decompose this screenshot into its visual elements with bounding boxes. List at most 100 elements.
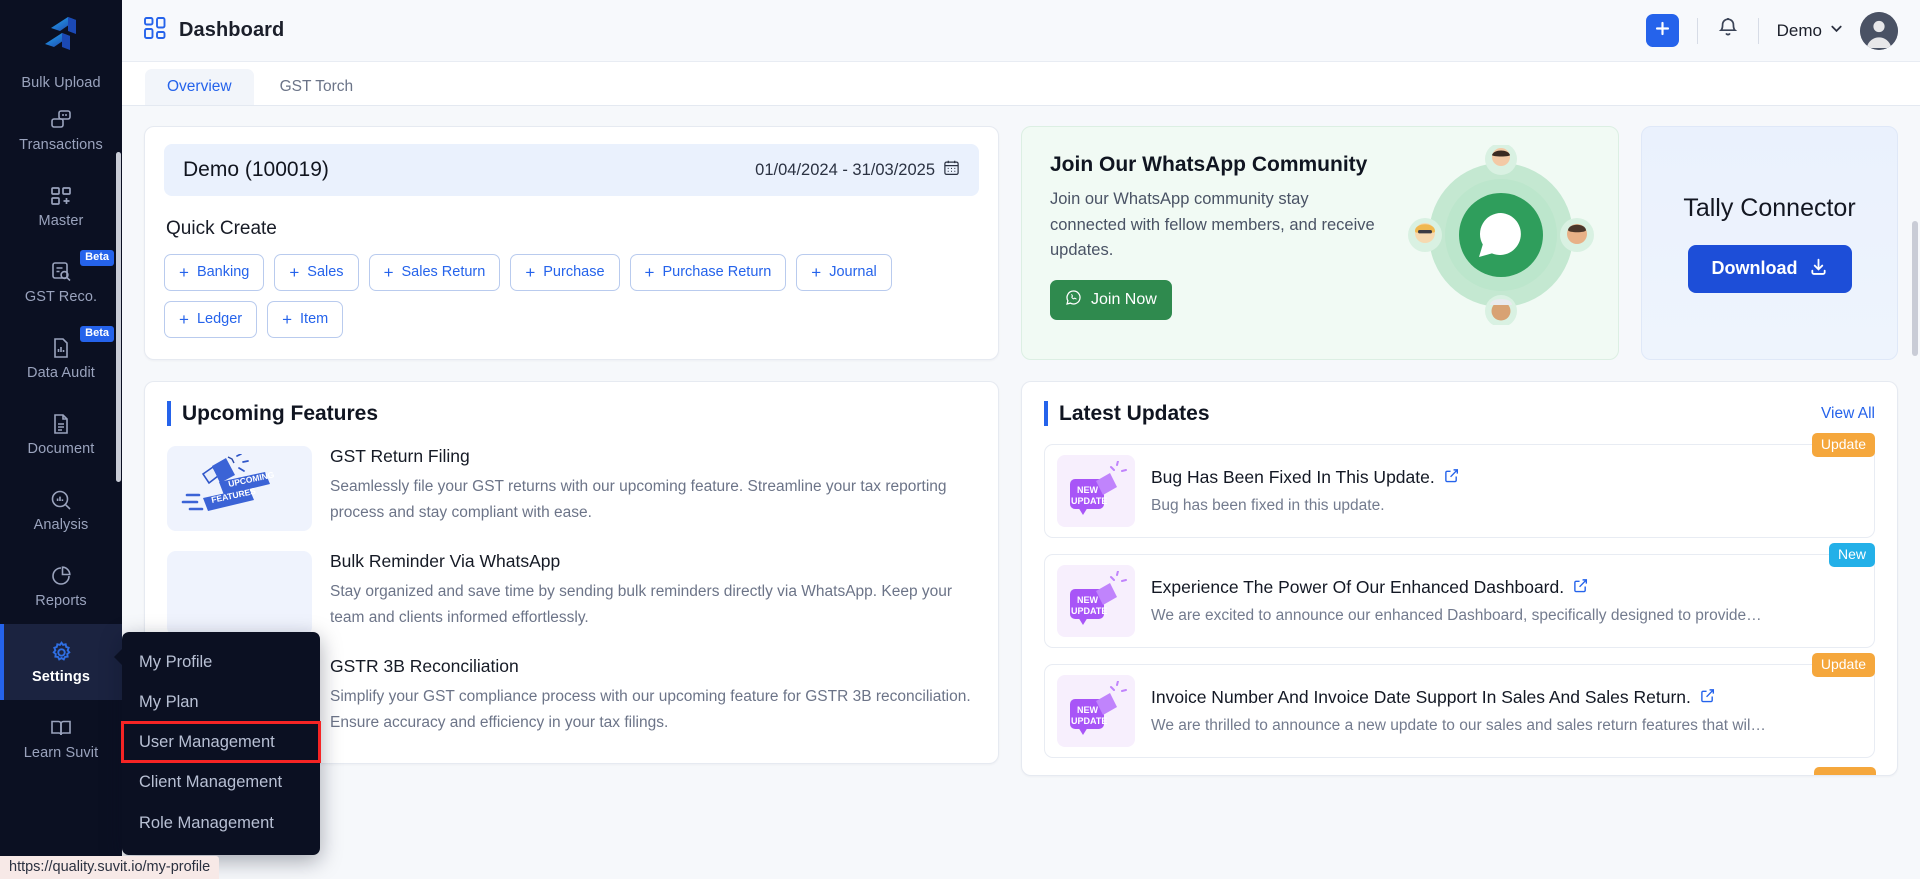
sidebar-item-reports[interactable]: Reports [0,548,122,624]
plus-icon: + [644,263,655,282]
latest-updates-card: Latest Updates View All Update NEW UPDAT… [1021,381,1898,776]
sidebar-item-analysis[interactable]: Analysis [0,472,122,548]
beta-badge: Beta [80,250,114,266]
view-all-link[interactable]: View All [1821,405,1875,423]
avatar[interactable] [1860,11,1898,50]
external-link-icon[interactable] [1444,467,1459,488]
whatsapp-description: Join our WhatsApp community stay connect… [1050,190,1375,260]
external-link-icon[interactable] [1700,687,1715,708]
update-title-text: Bug Has Been Fixed In This Update. [1151,467,1435,488]
button-label: Sales Return [401,264,486,281]
quick-create-buttons: + Banking + Sales + Sales Return + Purchase … [164,254,979,338]
new-update-megaphone: NEW UPDATE [1057,455,1135,528]
sidebar-item-gst-reco[interactable]: Beta GST Reco. [0,244,122,320]
main-area: Dashboard Demo Overview GST Torch Demo (… [122,0,1920,879]
feature-body: GST Return Filing Seamlessly file your G… [330,446,976,526]
topbar-right: Demo [1645,11,1898,50]
analysis-icon [49,487,73,513]
download-button[interactable]: Download [1687,244,1852,293]
svg-text:UPDATE: UPDATE [1071,496,1107,506]
svg-text:UPDATE: UPDATE [1071,716,1107,726]
update-item[interactable]: New NEW UPDATE Experience The Power Of O… [1044,543,1875,649]
sidebar-item-master[interactable]: Master [0,168,122,244]
chevron-down-icon [1829,21,1844,41]
plus-icon: + [282,310,293,329]
plus-icon: + [811,263,822,282]
download-icon [1809,257,1828,281]
date-range-picker[interactable]: 01/04/2024 - 31/03/2025 [755,159,960,181]
sidebar-item-bulk-upload[interactable]: Bulk Upload [0,62,122,92]
add-button[interactable] [1645,14,1679,47]
org-bar: Demo (100019) 01/04/2024 - 31/03/2025 [164,144,979,196]
latest-updates-header: Latest Updates View All [1044,401,1875,427]
settings-context-menu: My Profile My Plan User Management Clien… [114,632,321,855]
plus-icon: + [383,263,394,282]
whatsapp-icon [1065,289,1082,311]
divider [1757,17,1759,44]
new-update-megaphone: NEW UPDATE [1057,565,1135,638]
quick-create-journal-button[interactable]: + Journal [796,254,892,291]
sidebar-item-label: GST Reco. [24,289,98,306]
menu-item-user-management[interactable]: User Management [121,721,321,764]
bottom-cards-row: Upcoming Features UPCOMING FEATURES GST … [144,381,1898,776]
tab-bar: Overview GST Torch [122,62,1920,106]
feature-item[interactable]: Bulk Reminder Via WhatsApp Stay organize… [167,537,976,642]
menu-item-my-profile[interactable]: My Profile [122,642,320,682]
quick-create-sales-button[interactable]: + Sales [274,254,359,291]
quick-create-item-button[interactable]: + Item [267,301,344,338]
sidebar-item-label: Document [27,441,95,458]
tab-gst-torch[interactable]: GST Torch [258,69,376,106]
document-icon [49,411,73,437]
quick-create-ledger-button[interactable]: + Ledger [164,301,258,338]
update-description: We are excited to announce our enhanced … [1151,607,1762,625]
quick-create-sales-return-button[interactable]: + Sales Return [368,254,501,291]
data-audit-icon [49,335,73,361]
latest-updates-title: Latest Updates [1044,401,1210,427]
update-title-text: Invoice Number And Invoice Date Support … [1151,687,1691,708]
update-item[interactable]: Update NEW UPDATE [1044,433,1875,539]
sidebar-item-transactions[interactable]: Transactions [0,92,122,168]
app-root: Bulk Upload Transactions Master Beta GST… [0,0,1920,879]
update-body: Experience The Power Of Our Enhanced Das… [1151,577,1862,625]
update-description: We are thrilled to announce a new update… [1151,717,1766,735]
dashboard-grid-icon [144,17,166,44]
page-scrollbar[interactable] [1912,221,1918,356]
external-link-icon[interactable] [1573,577,1588,598]
status-badge: Update [1811,433,1875,457]
quick-create-banking-button[interactable]: + Banking [164,254,265,291]
next-update-badge-peek [1814,767,1876,775]
sidebar-item-label: Bulk Upload [21,74,101,91]
update-item[interactable]: Update NEW UPDATE [1044,653,1875,759]
quick-create-card: Demo (100019) 01/04/2024 - 31/03/2025 Qu… [144,126,999,360]
plus-icon: + [179,310,189,329]
content-area: Demo (100019) 01/04/2024 - 31/03/2025 Qu… [122,106,1920,879]
sidebar-item-data-audit[interactable]: Beta Data Audit [0,320,122,396]
sidebar-item-learn-suvit[interactable]: Learn Suvit [0,700,122,776]
feature-body: GSTR 3B Reconciliation Simplify your GST… [330,656,976,736]
tab-overview[interactable]: Overview [145,68,254,105]
suvit-logo[interactable] [0,0,122,62]
quick-create-purchase-return-button[interactable]: + Purchase Return [629,254,787,291]
join-now-button[interactable]: Join Now [1050,279,1172,320]
sidebar-item-label: Data Audit [27,365,95,382]
sidebar-item-document[interactable]: Document [0,396,122,472]
user-menu-button[interactable]: Demo [1777,21,1844,41]
update-description: Bug has been fixed in this update. [1151,497,1385,515]
menu-item-my-plan[interactable]: My Plan [122,682,320,722]
upcoming-features-megaphone: UPCOMING FEATURES [167,446,312,532]
sidebar-item-settings[interactable]: Settings [0,624,122,700]
quick-create-purchase-button[interactable]: + Purchase [510,254,620,291]
svg-text:UPDATE: UPDATE [1071,606,1107,616]
update-title: Invoice Number And Invoice Date Support … [1151,687,1852,708]
button-label: Journal [829,264,877,281]
whatsapp-title: Join Our WhatsApp Community [1050,153,1368,176]
menu-item-client-management[interactable]: Client Management [122,762,320,802]
button-label: Item [300,311,329,328]
feature-item[interactable]: UPCOMING FEATURES GST Return Filing Seam… [167,432,976,537]
gst-reco-icon [49,259,73,285]
whatsapp-text-block: Join Our WhatsApp Community Join our Wha… [1050,153,1380,339]
notifications-button[interactable] [1716,16,1740,45]
menu-item-role-management[interactable]: Role Management [122,803,320,843]
sidebar-scrollbar[interactable] [116,152,121,482]
whatsapp-community-illustration [1406,143,1596,330]
